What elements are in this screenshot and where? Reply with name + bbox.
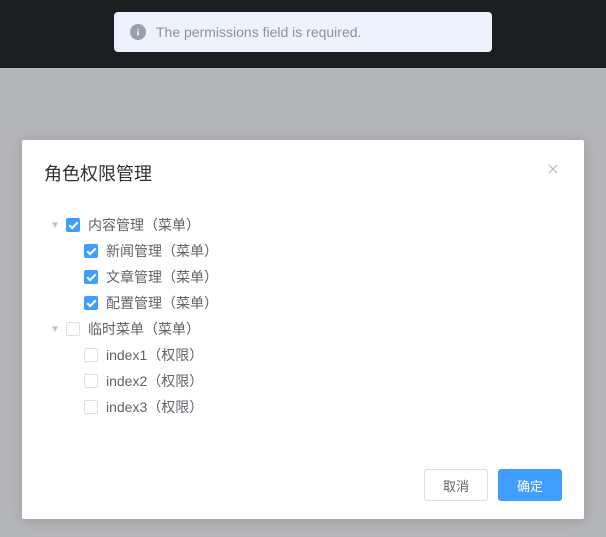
checkbox[interactable] <box>84 374 98 388</box>
caret-down-icon[interactable]: ▼ <box>48 220 62 231</box>
permissions-dialog: 角色权限管理 ▼ 内容管理（菜单） ▼ 新闻管理（菜单） ▼ 文章管理 <box>22 140 584 519</box>
tree-label: 配置管理（菜单） <box>106 293 218 313</box>
dialog-body: ▼ 内容管理（菜单） ▼ 新闻管理（菜单） ▼ 文章管理（菜单） ▼ <box>22 194 584 459</box>
tree-node: ▼ 内容管理（菜单） ▼ 新闻管理（菜单） ▼ 文章管理（菜单） ▼ <box>48 212 558 316</box>
tree-row[interactable]: ▼ 内容管理（菜单） <box>48 212 558 238</box>
caret-down-icon[interactable]: ▼ <box>48 324 62 335</box>
tree-label: index1（权限） <box>106 345 203 365</box>
alert-banner: The permissions field is required. <box>114 12 492 52</box>
checkbox[interactable] <box>84 270 98 284</box>
checkbox[interactable] <box>84 400 98 414</box>
tree-row[interactable]: ▼ 文章管理（菜单） <box>66 264 558 290</box>
tree-node: ▼ 临时菜单（菜单） ▼ index1（权限） ▼ index2（权限） ▼ <box>48 316 558 420</box>
dialog-footer: 取消 确定 <box>22 459 584 519</box>
tree-label: index3（权限） <box>106 397 203 417</box>
cancel-button[interactable]: 取消 <box>424 469 488 501</box>
dialog-header: 角色权限管理 <box>22 140 584 194</box>
close-icon[interactable] <box>544 160 562 178</box>
tree-row[interactable]: ▼ 配置管理（菜单） <box>66 290 558 316</box>
tree-row[interactable]: ▼ index3（权限） <box>66 394 558 420</box>
tree-row[interactable]: ▼ 临时菜单（菜单） <box>48 316 558 342</box>
checkbox[interactable] <box>84 244 98 258</box>
tree-row[interactable]: ▼ index1（权限） <box>66 342 558 368</box>
confirm-button[interactable]: 确定 <box>498 469 562 501</box>
tree-children: ▼ index1（权限） ▼ index2（权限） ▼ index3（权限） <box>48 342 558 420</box>
tree-row[interactable]: ▼ index2（权限） <box>66 368 558 394</box>
tree-label: 内容管理（菜单） <box>88 215 200 235</box>
tree-label: 文章管理（菜单） <box>106 267 218 287</box>
tree-row[interactable]: ▼ 新闻管理（菜单） <box>66 238 558 264</box>
tree-label: index2（权限） <box>106 371 203 391</box>
tree-label: 新闻管理（菜单） <box>106 241 218 261</box>
tree-children: ▼ 新闻管理（菜单） ▼ 文章管理（菜单） ▼ 配置管理（菜单） <box>48 238 558 316</box>
alert-text: The permissions field is required. <box>156 24 361 40</box>
checkbox[interactable] <box>66 322 80 336</box>
checkbox[interactable] <box>66 218 80 232</box>
info-icon <box>130 24 146 40</box>
tree-label: 临时菜单（菜单） <box>88 319 200 339</box>
checkbox[interactable] <box>84 296 98 310</box>
dialog-title: 角色权限管理 <box>44 160 152 186</box>
checkbox[interactable] <box>84 348 98 362</box>
